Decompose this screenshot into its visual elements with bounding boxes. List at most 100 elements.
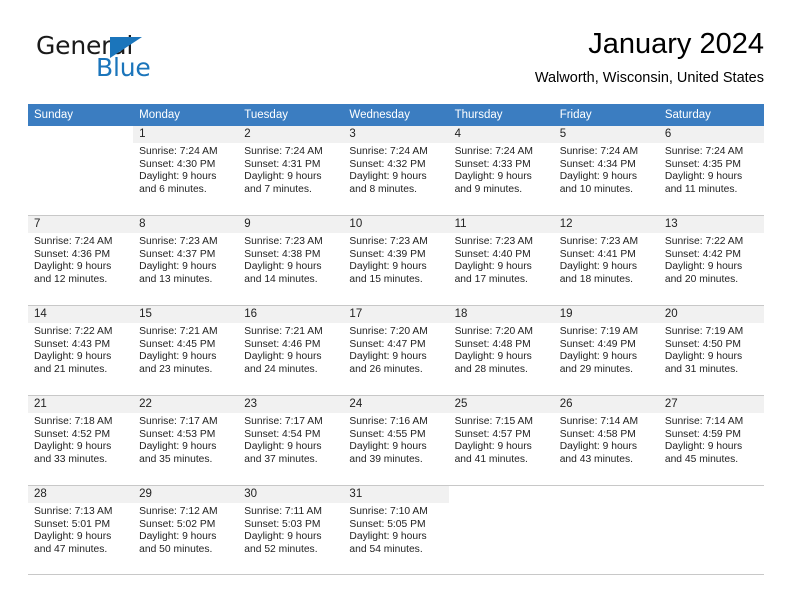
sunrise-text: Sunrise: 7:24 AM (664, 146, 744, 157)
calendar-day-cell[interactable]: 27 Sunrise: 7:14 AM Sunset: 4:59 PM Dayl… (658, 395, 764, 486)
bottom-divider (28, 574, 764, 575)
day-cell-content (28, 126, 133, 215)
day-details: Sunrise: 7:18 AM Sunset: 4:52 PM Dayligh… (28, 413, 133, 466)
day-number (554, 486, 659, 503)
daylight-text-line1: Daylight: 9 hours (349, 531, 427, 543)
sunset-text: Sunset: 4:41 PM (559, 248, 636, 260)
day-details: Sunrise: 7:21 AM Sunset: 4:46 PM Dayligh… (238, 323, 343, 376)
day-details: Sunrise: 7:24 AM Sunset: 4:35 PM Dayligh… (659, 143, 764, 196)
day-number: 4 (448, 126, 554, 143)
calendar-day-cell[interactable]: 1 Sunrise: 7:24 AM Sunset: 4:30 PM Dayli… (133, 126, 239, 216)
calendar-day-cell[interactable]: 17 Sunrise: 7:20 AM Sunset: 4:47 PM Dayl… (343, 305, 449, 396)
calendar-day-cell[interactable]: 11 Sunrise: 7:23 AM Sunset: 4:40 PM Dayl… (448, 215, 554, 306)
calendar-day-cell[interactable]: 10 Sunrise: 7:23 AM Sunset: 4:39 PM Dayl… (343, 215, 449, 306)
sunset-text: Sunset: 4:49 PM (559, 338, 636, 350)
calendar-day-cell[interactable]: 24 Sunrise: 7:16 AM Sunset: 4:55 PM Dayl… (343, 395, 449, 486)
calendar-day-cell[interactable]: 29 Sunrise: 7:12 AM Sunset: 5:02 PM Dayl… (133, 485, 239, 575)
daylight-text-line2: and 14 minutes. (244, 273, 318, 285)
day-cell-content: 2 Sunrise: 7:24 AM Sunset: 4:31 PM Dayli… (238, 126, 344, 215)
calendar-day-cell[interactable]: 22 Sunrise: 7:17 AM Sunset: 4:53 PM Dayl… (133, 395, 239, 486)
day-cell-content: 22 Sunrise: 7:17 AM Sunset: 4:53 PM Dayl… (133, 396, 239, 485)
day-details: Sunrise: 7:24 AM Sunset: 4:36 PM Dayligh… (28, 233, 133, 286)
day-details: Sunrise: 7:23 AM Sunset: 4:37 PM Dayligh… (133, 233, 238, 286)
day-details: Sunrise: 7:22 AM Sunset: 4:42 PM Dayligh… (659, 233, 764, 286)
sunset-text: Sunset: 4:31 PM (244, 158, 321, 170)
calendar-day-cell[interactable]: 8 Sunrise: 7:23 AM Sunset: 4:37 PM Dayli… (133, 215, 239, 306)
calendar-day-cell[interactable] (658, 485, 764, 575)
daylight-text-line1: Daylight: 9 hours (139, 351, 217, 363)
daylight-text-line2: and 47 minutes. (34, 543, 108, 555)
day-cell-content: 11 Sunrise: 7:23 AM Sunset: 4:40 PM Dayl… (448, 216, 554, 305)
day-details: Sunrise: 7:24 AM Sunset: 4:30 PM Dayligh… (133, 143, 238, 196)
day-number: 3 (343, 126, 449, 143)
daylight-text-line2: and 6 minutes. (139, 183, 207, 195)
daylight-text-line2: and 28 minutes. (454, 363, 528, 375)
sunrise-text: Sunrise: 7:19 AM (559, 326, 639, 337)
sunset-text: Sunset: 4:50 PM (664, 338, 741, 350)
day-number: 12 (553, 216, 659, 233)
calendar-day-cell[interactable]: 26 Sunrise: 7:14 AM Sunset: 4:58 PM Dayl… (553, 395, 659, 486)
day-details: Sunrise: 7:17 AM Sunset: 4:53 PM Dayligh… (133, 413, 238, 466)
daylight-text-line2: and 7 minutes. (244, 183, 312, 195)
calendar-day-cell[interactable]: 6 Sunrise: 7:24 AM Sunset: 4:35 PM Dayli… (658, 126, 764, 216)
calendar-day-cell[interactable] (448, 485, 554, 575)
general-blue-logo[interactable]: General Blue (36, 32, 236, 88)
day-number: 26 (553, 396, 659, 413)
calendar-day-cell[interactable]: 16 Sunrise: 7:21 AM Sunset: 4:46 PM Dayl… (238, 305, 344, 396)
sunrise-text: Sunrise: 7:24 AM (139, 146, 218, 157)
calendar-day-cell[interactable]: 5 Sunrise: 7:24 AM Sunset: 4:34 PM Dayli… (553, 126, 659, 216)
calendar-day-cell[interactable]: 20 Sunrise: 7:19 AM Sunset: 4:50 PM Dayl… (658, 305, 764, 396)
calendar-day-cell[interactable]: 12 Sunrise: 7:23 AM Sunset: 4:41 PM Dayl… (553, 215, 659, 306)
calendar-day-cell[interactable]: 30 Sunrise: 7:11 AM Sunset: 5:03 PM Dayl… (238, 485, 344, 575)
daylight-text-line2: and 29 minutes. (559, 363, 633, 375)
daylight-text-line1: Daylight: 9 hours (244, 171, 322, 183)
daylight-text-line1: Daylight: 9 hours (349, 441, 427, 453)
sunset-text: Sunset: 4:36 PM (34, 248, 111, 260)
day-number: 22 (133, 396, 239, 413)
weekday-header-monday: Monday (133, 104, 239, 126)
sunset-text: Sunset: 4:59 PM (664, 428, 741, 440)
sunset-text: Sunset: 4:39 PM (349, 248, 426, 260)
calendar-day-cell[interactable]: 14 Sunrise: 7:22 AM Sunset: 4:43 PM Dayl… (28, 305, 134, 396)
day-details (659, 503, 764, 506)
calendar-day-cell[interactable] (28, 126, 134, 216)
daylight-text-line1: Daylight: 9 hours (34, 261, 112, 273)
weekday-header-wednesday: Wednesday (343, 104, 449, 126)
sunset-text: Sunset: 4:58 PM (559, 428, 636, 440)
calendar-header-row: Sunday Monday Tuesday Wednesday Thursday… (28, 104, 764, 126)
sunrise-text: Sunrise: 7:11 AM (244, 506, 322, 517)
sunset-text: Sunset: 5:05 PM (349, 518, 426, 530)
daylight-text-line1: Daylight: 9 hours (349, 351, 427, 363)
calendar-day-cell[interactable]: 9 Sunrise: 7:23 AM Sunset: 4:38 PM Dayli… (238, 215, 344, 306)
sunset-text: Sunset: 4:55 PM (349, 428, 426, 440)
calendar-day-cell[interactable]: 2 Sunrise: 7:24 AM Sunset: 4:31 PM Dayli… (238, 126, 344, 216)
calendar-day-cell[interactable]: 28 Sunrise: 7:13 AM Sunset: 5:01 PM Dayl… (28, 485, 134, 575)
daylight-text-line1: Daylight: 9 hours (664, 171, 743, 183)
calendar-day-cell[interactable]: 4 Sunrise: 7:24 AM Sunset: 4:33 PM Dayli… (448, 126, 554, 216)
calendar-day-cell[interactable]: 31 Sunrise: 7:10 AM Sunset: 5:05 PM Dayl… (343, 485, 449, 575)
sunrise-text: Sunrise: 7:20 AM (454, 326, 533, 337)
calendar-day-cell[interactable] (553, 485, 659, 575)
calendar-day-cell[interactable]: 3 Sunrise: 7:24 AM Sunset: 4:32 PM Dayli… (343, 126, 449, 216)
daylight-text-line1: Daylight: 9 hours (559, 261, 637, 273)
day-details: Sunrise: 7:19 AM Sunset: 4:50 PM Dayligh… (659, 323, 764, 376)
daylight-text-line2: and 24 minutes. (244, 363, 318, 375)
calendar-day-cell[interactable]: 25 Sunrise: 7:15 AM Sunset: 4:57 PM Dayl… (448, 395, 554, 486)
calendar-day-cell[interactable]: 18 Sunrise: 7:20 AM Sunset: 4:48 PM Dayl… (448, 305, 554, 396)
sunset-text: Sunset: 5:03 PM (244, 518, 321, 530)
calendar-day-cell[interactable]: 7 Sunrise: 7:24 AM Sunset: 4:36 PM Dayli… (28, 215, 134, 306)
calendar-day-cell[interactable]: 19 Sunrise: 7:19 AM Sunset: 4:49 PM Dayl… (553, 305, 659, 396)
day-cell-content: 26 Sunrise: 7:14 AM Sunset: 4:58 PM Dayl… (553, 396, 659, 485)
calendar-day-cell[interactable]: 23 Sunrise: 7:17 AM Sunset: 4:54 PM Dayl… (238, 395, 344, 486)
daylight-text-line1: Daylight: 9 hours (139, 171, 217, 183)
calendar-day-cell[interactable]: 15 Sunrise: 7:21 AM Sunset: 4:45 PM Dayl… (133, 305, 239, 396)
day-details (449, 503, 554, 506)
daylight-text-line2: and 26 minutes. (349, 363, 423, 375)
day-cell-content: 10 Sunrise: 7:23 AM Sunset: 4:39 PM Dayl… (343, 216, 449, 305)
sunset-text: Sunset: 4:53 PM (139, 428, 216, 440)
sunrise-text: Sunrise: 7:24 AM (454, 146, 533, 157)
calendar-day-cell[interactable]: 21 Sunrise: 7:18 AM Sunset: 4:52 PM Dayl… (28, 395, 134, 486)
calendar-day-cell[interactable]: 13 Sunrise: 7:22 AM Sunset: 4:42 PM Dayl… (658, 215, 764, 306)
daylight-text-line2: and 52 minutes. (244, 543, 318, 555)
day-number (659, 486, 764, 503)
